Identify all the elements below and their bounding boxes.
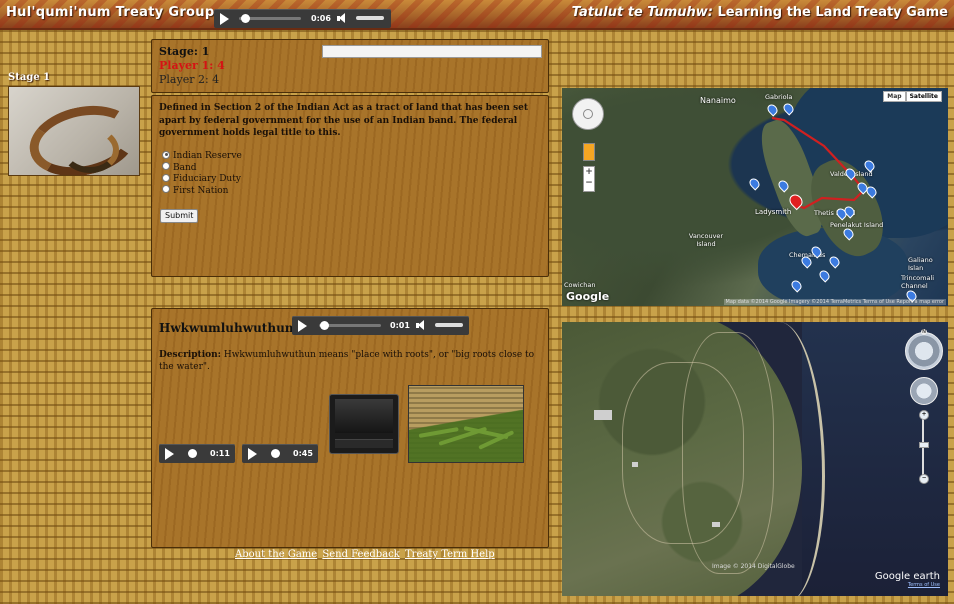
video-controls[interactable] <box>335 439 393 448</box>
game-title-italic: Tatulut te Tumuhw: <box>571 5 713 20</box>
answer-options: Indian Reserve Band Fiduciary Duty First… <box>162 150 242 198</box>
zoom-thumb[interactable] <box>919 442 929 448</box>
earth-terms-link[interactable]: Terms of Use <box>875 581 940 590</box>
google-earth-logo: Google earth Terms of Use <box>875 572 940 590</box>
option-label: Band <box>173 162 197 173</box>
option-band[interactable]: Band <box>162 162 242 175</box>
map-label: Ladysmith <box>755 208 792 216</box>
radio-button[interactable] <box>162 162 170 170</box>
earth-view[interactable]: N + − Image © 2014 DigitalGlobe Google e… <box>562 322 948 596</box>
place-audio-player[interactable]: 0:01 <box>292 316 469 335</box>
question-panel: Defined in Section 2 of the Indian Act a… <box>151 95 549 277</box>
description-label: Description: <box>159 350 221 360</box>
zoom-in-button[interactable]: + <box>919 410 929 420</box>
stage-status: Stage: 1 <box>159 45 210 58</box>
brand-title: Hul'qumi'num Treaty Group <box>6 5 215 20</box>
audio-time: 0:01 <box>390 321 410 330</box>
audio-progress-knob[interactable] <box>271 449 280 458</box>
place-description: Description: Hwkwumluhwuthun means "plac… <box>159 349 539 373</box>
volume-slider[interactable] <box>356 16 384 20</box>
audio-time: 0:11 <box>210 449 230 458</box>
map-label: Cowichan <box>564 281 596 289</box>
option-label: Indian Reserve <box>173 151 242 161</box>
street-view-pegman-icon[interactable] <box>583 143 595 161</box>
progress-bar <box>322 45 542 58</box>
option-first-nation[interactable]: First Nation <box>162 185 242 198</box>
map-attribution[interactable]: Map data ©2014 Google Imagery ©2014 Terr… <box>723 299 946 305</box>
option-indian-reserve[interactable]: Indian Reserve <box>162 150 242 163</box>
earth-building <box>594 410 612 420</box>
radio-button[interactable] <box>162 173 170 182</box>
link-send-feedback[interactable]: Send Feedback <box>322 549 399 560</box>
look-control-icon[interactable] <box>910 377 938 405</box>
audio-progress-knob[interactable] <box>188 449 197 458</box>
submit-button[interactable]: Submit <box>160 209 199 223</box>
radio-button[interactable] <box>162 185 170 193</box>
link-about-game[interactable]: About the Game <box>235 549 317 560</box>
stage-photo <box>8 86 140 176</box>
earth-zoom-slider[interactable]: + − <box>919 410 929 484</box>
volume-icon[interactable] <box>337 13 349 24</box>
play-icon[interactable] <box>298 320 307 332</box>
header-bar: Hul'qumi'num Treaty Group 0:06 Tatulut t… <box>0 0 954 28</box>
image-credit: Image © 2014 DigitalGlobe <box>712 563 795 570</box>
game-title: Tatulut te Tumuhw: Learning the Land Tre… <box>572 5 948 20</box>
map-label: Vancouver Island <box>688 232 724 248</box>
clip-audio-player-1[interactable]: 0:11 <box>159 444 235 463</box>
header-audio-player[interactable]: 0:06 <box>214 9 391 28</box>
video-player[interactable] <box>329 394 399 454</box>
radio-button[interactable] <box>162 150 170 159</box>
footer-links: About the Game Send Feedback Treaty Term… <box>235 549 497 560</box>
audio-time: 0:45 <box>293 449 313 458</box>
status-panel: Stage: 1 Player 1: 4 Player 2: 4 <box>151 39 549 93</box>
map-label: Trincomali Channel <box>901 274 935 290</box>
satellite-map[interactable]: Map Satellite + − Nanaimo Gabriola Valdes… <box>562 88 948 306</box>
video-screen[interactable] <box>335 399 393 433</box>
play-icon[interactable] <box>248 448 257 460</box>
play-icon[interactable] <box>220 13 229 25</box>
earth-road <box>682 332 774 574</box>
route-overlay <box>771 116 866 210</box>
map-label: Gabriola <box>765 93 793 101</box>
map-type-map[interactable]: Map <box>883 91 906 102</box>
player1-score: Player 1: 4 <box>159 59 225 72</box>
play-icon[interactable] <box>165 448 174 460</box>
pan-control-icon[interactable] <box>572 98 604 130</box>
earth-building <box>712 522 720 527</box>
zoom-control[interactable]: + − <box>583 166 595 192</box>
audio-time: 0:06 <box>311 14 331 23</box>
volume-icon[interactable] <box>416 320 428 331</box>
clip-audio-player-2[interactable]: 0:45 <box>242 444 318 463</box>
map-type-satellite[interactable]: Satellite <box>905 91 942 102</box>
compass-icon[interactable]: N <box>905 329 943 370</box>
place-name: Hwkwumluhwuthun <box>159 321 294 335</box>
stage-label: Stage 1 <box>8 72 51 83</box>
audio-progress-knob[interactable] <box>241 14 250 23</box>
link-treaty-term-help[interactable]: Treaty Term Help <box>405 549 495 560</box>
map-label: Galiano Islan <box>908 256 933 272</box>
audio-progress-knob[interactable] <box>320 321 329 330</box>
photo-band-shape-2 <box>61 127 119 173</box>
question-text: Defined in Section 2 of the Indian Act a… <box>159 103 529 138</box>
option-fiduciary-duty[interactable]: Fiduciary Duty <box>162 173 242 186</box>
volume-slider[interactable] <box>435 323 463 327</box>
game-title-rest: Learning the Land Treaty Game <box>712 5 948 20</box>
player2-score: Player 2: 4 <box>159 73 220 86</box>
map-label: Nanaimo <box>700 96 736 105</box>
earth-building <box>632 462 638 467</box>
option-label: Fiduciary Duty <box>173 174 241 184</box>
google-logo: Google <box>566 290 610 303</box>
zoom-out-button[interactable]: − <box>919 474 929 484</box>
map-type-control: Map Satellite <box>883 91 942 102</box>
map-label: Penelakut Island <box>830 221 884 229</box>
option-label: First Nation <box>173 185 229 196</box>
place-panel: Hwkwumluhwuthun 0:01 Description: Hwkwum… <box>151 308 549 548</box>
place-photo[interactable] <box>408 385 524 463</box>
